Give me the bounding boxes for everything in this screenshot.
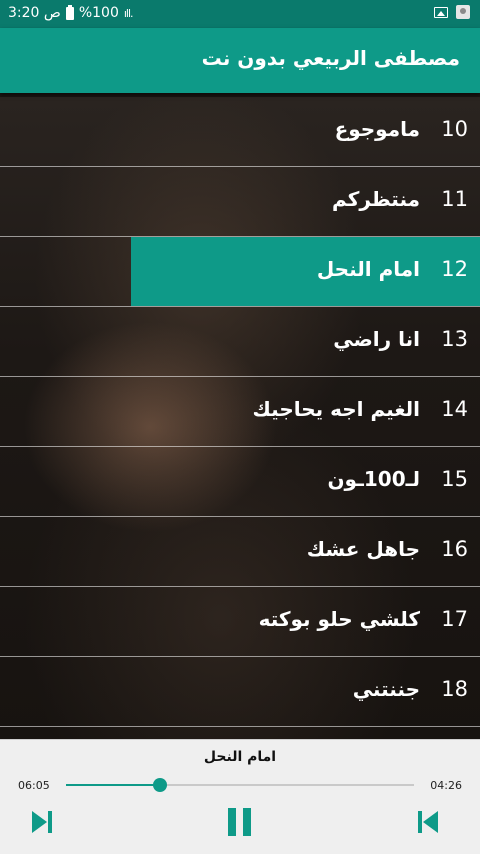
song-number: 18: [441, 677, 468, 701]
signal-icon: ıll.: [123, 6, 134, 20]
song-row[interactable]: 16 جاهل عشك: [0, 517, 480, 587]
song-title: جاهل عشك: [306, 537, 420, 561]
song-number: 14: [441, 397, 468, 421]
seek-bar[interactable]: [66, 778, 414, 792]
app-title: مصطفى الربيعي بدون نت: [201, 46, 460, 70]
battery-level: %100: [78, 5, 119, 21]
song-title: ماموجوع: [334, 117, 420, 141]
song-number: 17: [441, 607, 468, 631]
gallery-notification-icon: [434, 6, 448, 18]
song-number: 11: [441, 187, 468, 211]
status-time: 3:20 ص: [8, 5, 61, 21]
song-row[interactable]: 15 لـ100ـون: [0, 447, 480, 517]
skip-next-button[interactable]: [416, 805, 456, 839]
song-row[interactable]: 11 منتظركم: [0, 167, 480, 237]
song-title: انا راضي: [333, 327, 420, 351]
song-title: لـ100ـون: [327, 467, 420, 491]
song-title: امام النحل: [316, 257, 420, 281]
song-row[interactable]: 18 جننتني: [0, 657, 480, 727]
song-number: 10: [441, 117, 468, 141]
status-right: [434, 5, 470, 19]
total-time: 04:26: [430, 779, 462, 792]
song-title: منتظركم: [332, 187, 420, 211]
active-row-highlight: [131, 237, 480, 306]
now-playing-title: امام النحل: [203, 749, 277, 765]
pause-button[interactable]: [220, 805, 260, 839]
status-bar: 3:20 ص %100 ıll.: [0, 0, 480, 28]
seek-thumb[interactable]: [152, 778, 167, 792]
song-row[interactable]: 10 ماموجوع: [0, 97, 480, 167]
player-panel: امام النحل 06:05 04:26: [0, 739, 480, 854]
song-title: كلشي حلو بوكته: [258, 607, 420, 631]
song-row[interactable]: 13 انا راضي: [0, 307, 480, 377]
song-row[interactable]: 12 امام النحل: [0, 237, 480, 307]
song-row[interactable]: 17 كلشي حلو بوكته: [0, 587, 480, 657]
song-title: جننتني: [352, 677, 420, 701]
elapsed-time: 06:05: [18, 779, 50, 792]
song-row[interactable]: 14 الغيم اجه يحاجيك: [0, 377, 480, 447]
status-left: 3:20 ص %100 ıll.: [8, 4, 134, 21]
battery-icon: [65, 4, 74, 20]
song-number: 13: [441, 327, 468, 351]
app-bar: مصطفى الربيعي بدون نت: [0, 28, 480, 93]
song-title: الغيم اجه يحاجيك: [252, 397, 420, 421]
song-list[interactable]: 10 ماموجوع 11 منتظركم 12 امام النحل 13 انا راضي…: [0, 97, 480, 739]
song-number: 12: [441, 257, 468, 281]
user-notification-icon: [456, 5, 470, 19]
song-number: 15: [441, 467, 468, 491]
skip-previous-button[interactable]: [28, 805, 68, 839]
song-number: 16: [441, 537, 468, 561]
seek-bar-progress: [66, 784, 160, 786]
